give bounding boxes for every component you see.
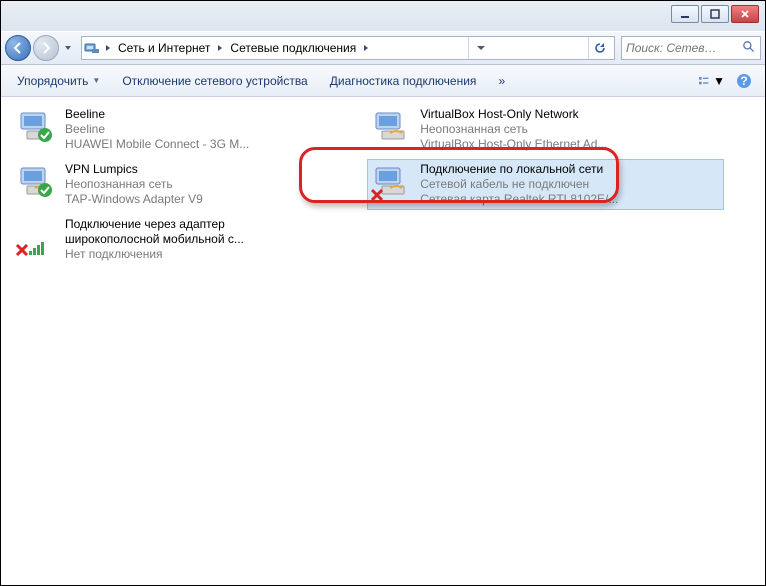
- item-device: VirtualBox Host-Only Ethernet Ad...: [420, 137, 607, 152]
- item-device: Сетевая карта Realtek RTL8102E/...: [420, 192, 618, 207]
- connection-beeline[interactable]: Beeline Beeline HUAWEI Mobile Connect - …: [13, 105, 368, 154]
- breadcrumb-chevron[interactable]: [102, 44, 114, 52]
- search-icon: [742, 40, 756, 56]
- disconnected-badge-icon: [15, 243, 29, 257]
- search-box[interactable]: [621, 36, 761, 60]
- maximize-button[interactable]: [701, 5, 729, 23]
- address-bar[interactable]: Сеть и Интернет Сетевые подключения: [81, 36, 615, 60]
- content-area: Beeline Beeline HUAWEI Mobile Connect - …: [1, 97, 765, 585]
- item-status: Сетевой кабель не подключен: [420, 177, 618, 192]
- disable-device-button[interactable]: Отключение сетевого устройства: [114, 70, 315, 92]
- column-right: VirtualBox Host-Only Network Неопознанна…: [368, 105, 723, 264]
- item-device: TAP-Windows Adapter V9: [65, 192, 203, 207]
- organize-menu[interactable]: Упорядочить ▼: [9, 70, 108, 92]
- breadcrumb-chevron[interactable]: [214, 44, 226, 52]
- item-title: Подключение по локальной сети: [420, 162, 618, 177]
- item-status: Неопознанная сеть: [65, 177, 203, 192]
- chevron-down-icon: ▼: [713, 74, 725, 88]
- item-title2: широкополосной мобильной с...: [65, 232, 244, 247]
- breadcrumb-seg-connections[interactable]: Сетевые подключения: [226, 37, 360, 59]
- connection-vpn-lumpics[interactable]: VPN Lumpics Неопознанная сеть TAP-Window…: [13, 160, 368, 209]
- breadcrumb-seg-network[interactable]: Сеть и Интернет: [114, 37, 214, 59]
- nav-history-dropdown[interactable]: [61, 38, 75, 58]
- disable-label: Отключение сетевого устройства: [122, 74, 307, 88]
- item-title: Подключение через адаптер: [65, 217, 244, 232]
- toolbar-overflow[interactable]: »: [490, 70, 513, 92]
- item-title: VirtualBox Host-Only Network: [420, 107, 607, 122]
- search-input[interactable]: [626, 41, 742, 55]
- diagnose-button[interactable]: Диагностика подключения: [322, 70, 485, 92]
- breadcrumb-chevron[interactable]: [360, 44, 372, 52]
- diagnose-label: Диагностика подключения: [330, 74, 477, 88]
- navbar: Сеть и Интернет Сетевые подключения: [1, 31, 765, 65]
- connection-lan[interactable]: Подключение по локальной сети Сетевой ка…: [368, 160, 723, 209]
- item-status: Нет подключения: [65, 247, 244, 262]
- organize-label: Упорядочить: [17, 74, 88, 88]
- connection-icon: [370, 162, 414, 202]
- connection-broadband-mobile[interactable]: Подключение через адаптер широкополосной…: [13, 215, 368, 264]
- toolbar: Упорядочить ▼ Отключение сетевого устройс…: [1, 65, 765, 97]
- chevron-down-icon: ▼: [92, 76, 100, 85]
- column-left: Beeline Beeline HUAWEI Mobile Connect - …: [13, 105, 368, 264]
- minimize-button[interactable]: [671, 5, 699, 23]
- history-dropdown[interactable]: [468, 37, 492, 59]
- forward-button[interactable]: [33, 35, 59, 61]
- help-button[interactable]: ?: [731, 69, 757, 93]
- explorer-window: Сеть и Интернет Сетевые подключения Упор…: [0, 0, 766, 586]
- disconnected-badge-icon: [370, 188, 384, 202]
- connection-icon: [15, 107, 59, 147]
- back-button[interactable]: [5, 35, 31, 61]
- view-options-button[interactable]: ▼: [699, 69, 725, 93]
- item-title: Beeline: [65, 107, 249, 122]
- connected-badge-icon: [37, 182, 53, 198]
- refresh-button[interactable]: [588, 37, 612, 59]
- connected-badge-icon: [37, 127, 53, 143]
- connection-icon: [15, 217, 59, 257]
- connection-icon: [15, 162, 59, 202]
- item-status: Beeline: [65, 122, 249, 137]
- network-icon: [84, 40, 100, 56]
- item-status: Неопознанная сеть: [420, 122, 607, 137]
- titlebar: [1, 1, 765, 31]
- item-device: HUAWEI Mobile Connect - 3G M...: [65, 137, 249, 152]
- connection-icon: [370, 107, 414, 147]
- svg-text:?: ?: [740, 74, 747, 88]
- close-button[interactable]: [731, 5, 759, 23]
- signal-bars-icon: [29, 241, 47, 255]
- more-label: »: [498, 74, 505, 88]
- connection-virtualbox[interactable]: VirtualBox Host-Only Network Неопознанна…: [368, 105, 723, 154]
- item-title: VPN Lumpics: [65, 162, 203, 177]
